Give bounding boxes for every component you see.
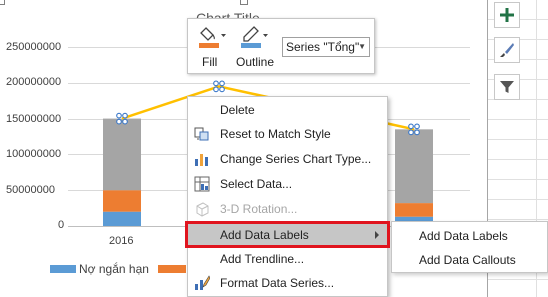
bar-segment[interactable] (395, 129, 433, 204)
chevron-down-icon: ▼ (358, 42, 366, 51)
chevron-right-icon (375, 231, 379, 239)
fill-label: Fill (202, 55, 218, 69)
rotation-icon (196, 202, 209, 217)
chart-filters-button[interactable] (494, 74, 520, 100)
context-menu: Delete Reset to Match Style Change Serie… (187, 96, 388, 297)
submenu-item-add-data-callouts[interactable]: Add Data Callouts (392, 248, 547, 272)
legend-label: Nợ ngắn hạn (79, 262, 149, 276)
selection-dot (408, 129, 414, 136)
outline-button[interactable] (240, 25, 270, 53)
menu-item-label: Add Trendline... (220, 252, 305, 266)
menu-item-label: Reset to Match Style (220, 127, 331, 141)
menu-item-change-chart-type[interactable]: Change Series Chart Type... (188, 147, 387, 171)
selection-dot (219, 86, 225, 93)
delete-icon (194, 102, 210, 118)
data-labels-submenu: Add Data Labels Add Data Callouts (391, 221, 548, 273)
selection-dot (219, 80, 225, 87)
selection-dot (122, 112, 128, 119)
format-series-icon (195, 275, 210, 290)
resize-handle[interactable] (0, 0, 5, 5)
selection-dot (122, 118, 128, 125)
selection-dot (414, 123, 420, 130)
selection-dot (213, 86, 219, 93)
outline-label: Outline (236, 55, 275, 69)
menu-item-format-data-series[interactable]: Format Data Series... (188, 271, 387, 295)
menu-item-label: 3-D Rotation... (220, 202, 298, 216)
fill-button[interactable] (198, 25, 228, 53)
selection-dot (116, 112, 122, 119)
selection-dot (414, 129, 420, 136)
filter-icon (500, 81, 514, 93)
menu-item-reset-style[interactable]: Reset to Match Style (188, 122, 387, 146)
menu-item-delete[interactable]: Delete (188, 98, 387, 122)
selection-dot (408, 123, 414, 130)
menu-item-label: Select Data... (220, 177, 293, 191)
bar-segment[interactable] (103, 190, 141, 212)
chart-elements-button[interactable] (494, 2, 520, 28)
selection-dot (116, 118, 122, 125)
x-tick-label: 2016 (109, 235, 134, 247)
menu-item-label: Add Data Labels (419, 229, 508, 243)
menu-item-label: Change Series Chart Type... (220, 152, 372, 166)
series-select[interactable]: Series "Tổng" ▼ (282, 37, 370, 57)
pen-icon (241, 26, 268, 48)
resize-handle[interactable] (240, 0, 248, 5)
chart-type-icon (195, 154, 208, 166)
brush-icon (500, 43, 514, 57)
bar-segment[interactable] (103, 118, 141, 191)
legend-swatch-no-ngan-han (50, 265, 76, 273)
selection-dot (213, 80, 219, 87)
menu-item-add-data-labels[interactable]: Add Data Labels (188, 223, 387, 247)
bar-segment[interactable] (395, 203, 433, 217)
menu-item-select-data[interactable]: Select Data... (188, 172, 387, 196)
menu-item-label: Add Data Callouts (419, 253, 516, 267)
bar-segment[interactable] (103, 211, 141, 226)
select-data-icon (194, 176, 210, 192)
series-select-value: Series "Tổng" (286, 40, 360, 54)
format-mini-toolbar: Fill Outline Series "Tổng" ▼ (187, 18, 375, 74)
menu-item-label: Add Data Labels (220, 228, 309, 242)
chart-styles-button[interactable] (494, 37, 520, 63)
plus-icon (500, 8, 514, 22)
reset-style-icon (194, 127, 209, 141)
menu-item-label: Delete (220, 103, 255, 117)
legend-swatch (158, 265, 186, 273)
submenu-item-add-data-labels[interactable]: Add Data Labels (392, 224, 547, 248)
menu-item-add-trendline[interactable]: Add Trendline... (188, 247, 387, 271)
menu-item-label: Format Data Series... (220, 276, 335, 290)
paint-bucket-icon (199, 27, 226, 48)
menu-item-3d-rotation[interactable]: 3-D Rotation... (188, 197, 387, 221)
